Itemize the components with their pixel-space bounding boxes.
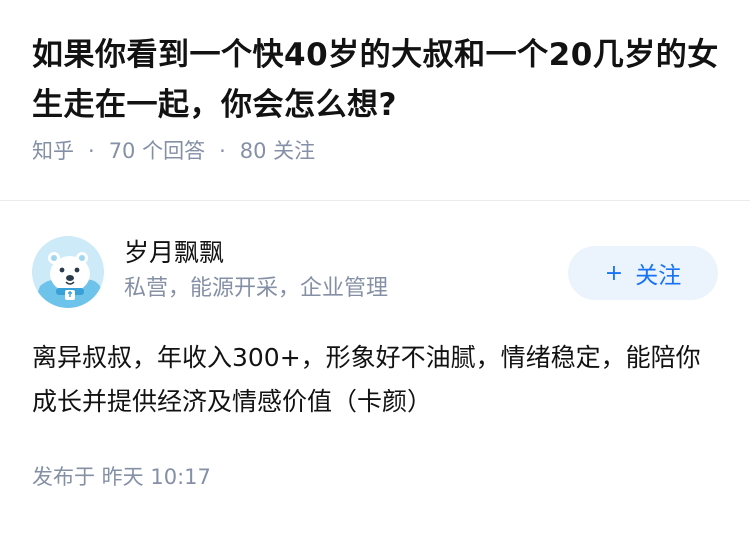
answer-count[interactable]: 70 个回答 <box>109 136 205 166</box>
meta-separator: · <box>88 139 95 163</box>
author-info: 岁月飘飘 私营，能源开采，企业管理 <box>124 234 388 306</box>
follower-count[interactable]: 80 关注 <box>240 136 315 166</box>
publish-time: 发布于 昨天 10:17 <box>32 465 211 489</box>
follow-button[interactable]: + 关注 <box>568 246 718 300</box>
question-title[interactable]: 如果你看到一个快40岁的大叔和一个20几岁的女生走在一起，你会怎么想? <box>32 30 722 130</box>
question-meta: 知乎 · 70 个回答 · 80 关注 <box>32 136 722 166</box>
meta-separator: · <box>219 139 226 163</box>
author-bio: 私营，能源开采，企业管理 <box>124 276 389 301</box>
answer-content[interactable]: 离异叔叔，年收入300+，形象好不油腻，情绪稳定，能陪你成长并提供经济及情感价值… <box>32 336 702 424</box>
source-label[interactable]: 知乎 <box>32 136 74 166</box>
follow-label: 关注 <box>635 263 682 289</box>
question-header: 如果你看到一个快40岁的大叔和一个20几岁的女生走在一起，你会怎么想? 知乎 ·… <box>32 30 722 166</box>
answer-card: 岁月飘飘 私营，能源开采，企业管理 + 关注 离异叔叔，年收入300+，形象好不… <box>32 234 718 492</box>
section-divider <box>0 200 750 201</box>
author-row: 岁月飘飘 私营，能源开采，企业管理 + 关注 <box>32 234 718 308</box>
avatar[interactable] <box>32 236 104 308</box>
plus-icon: + <box>604 260 624 286</box>
author-name[interactable]: 岁月飘飘 <box>124 234 388 272</box>
polar-bear-avatar-icon <box>32 236 104 308</box>
